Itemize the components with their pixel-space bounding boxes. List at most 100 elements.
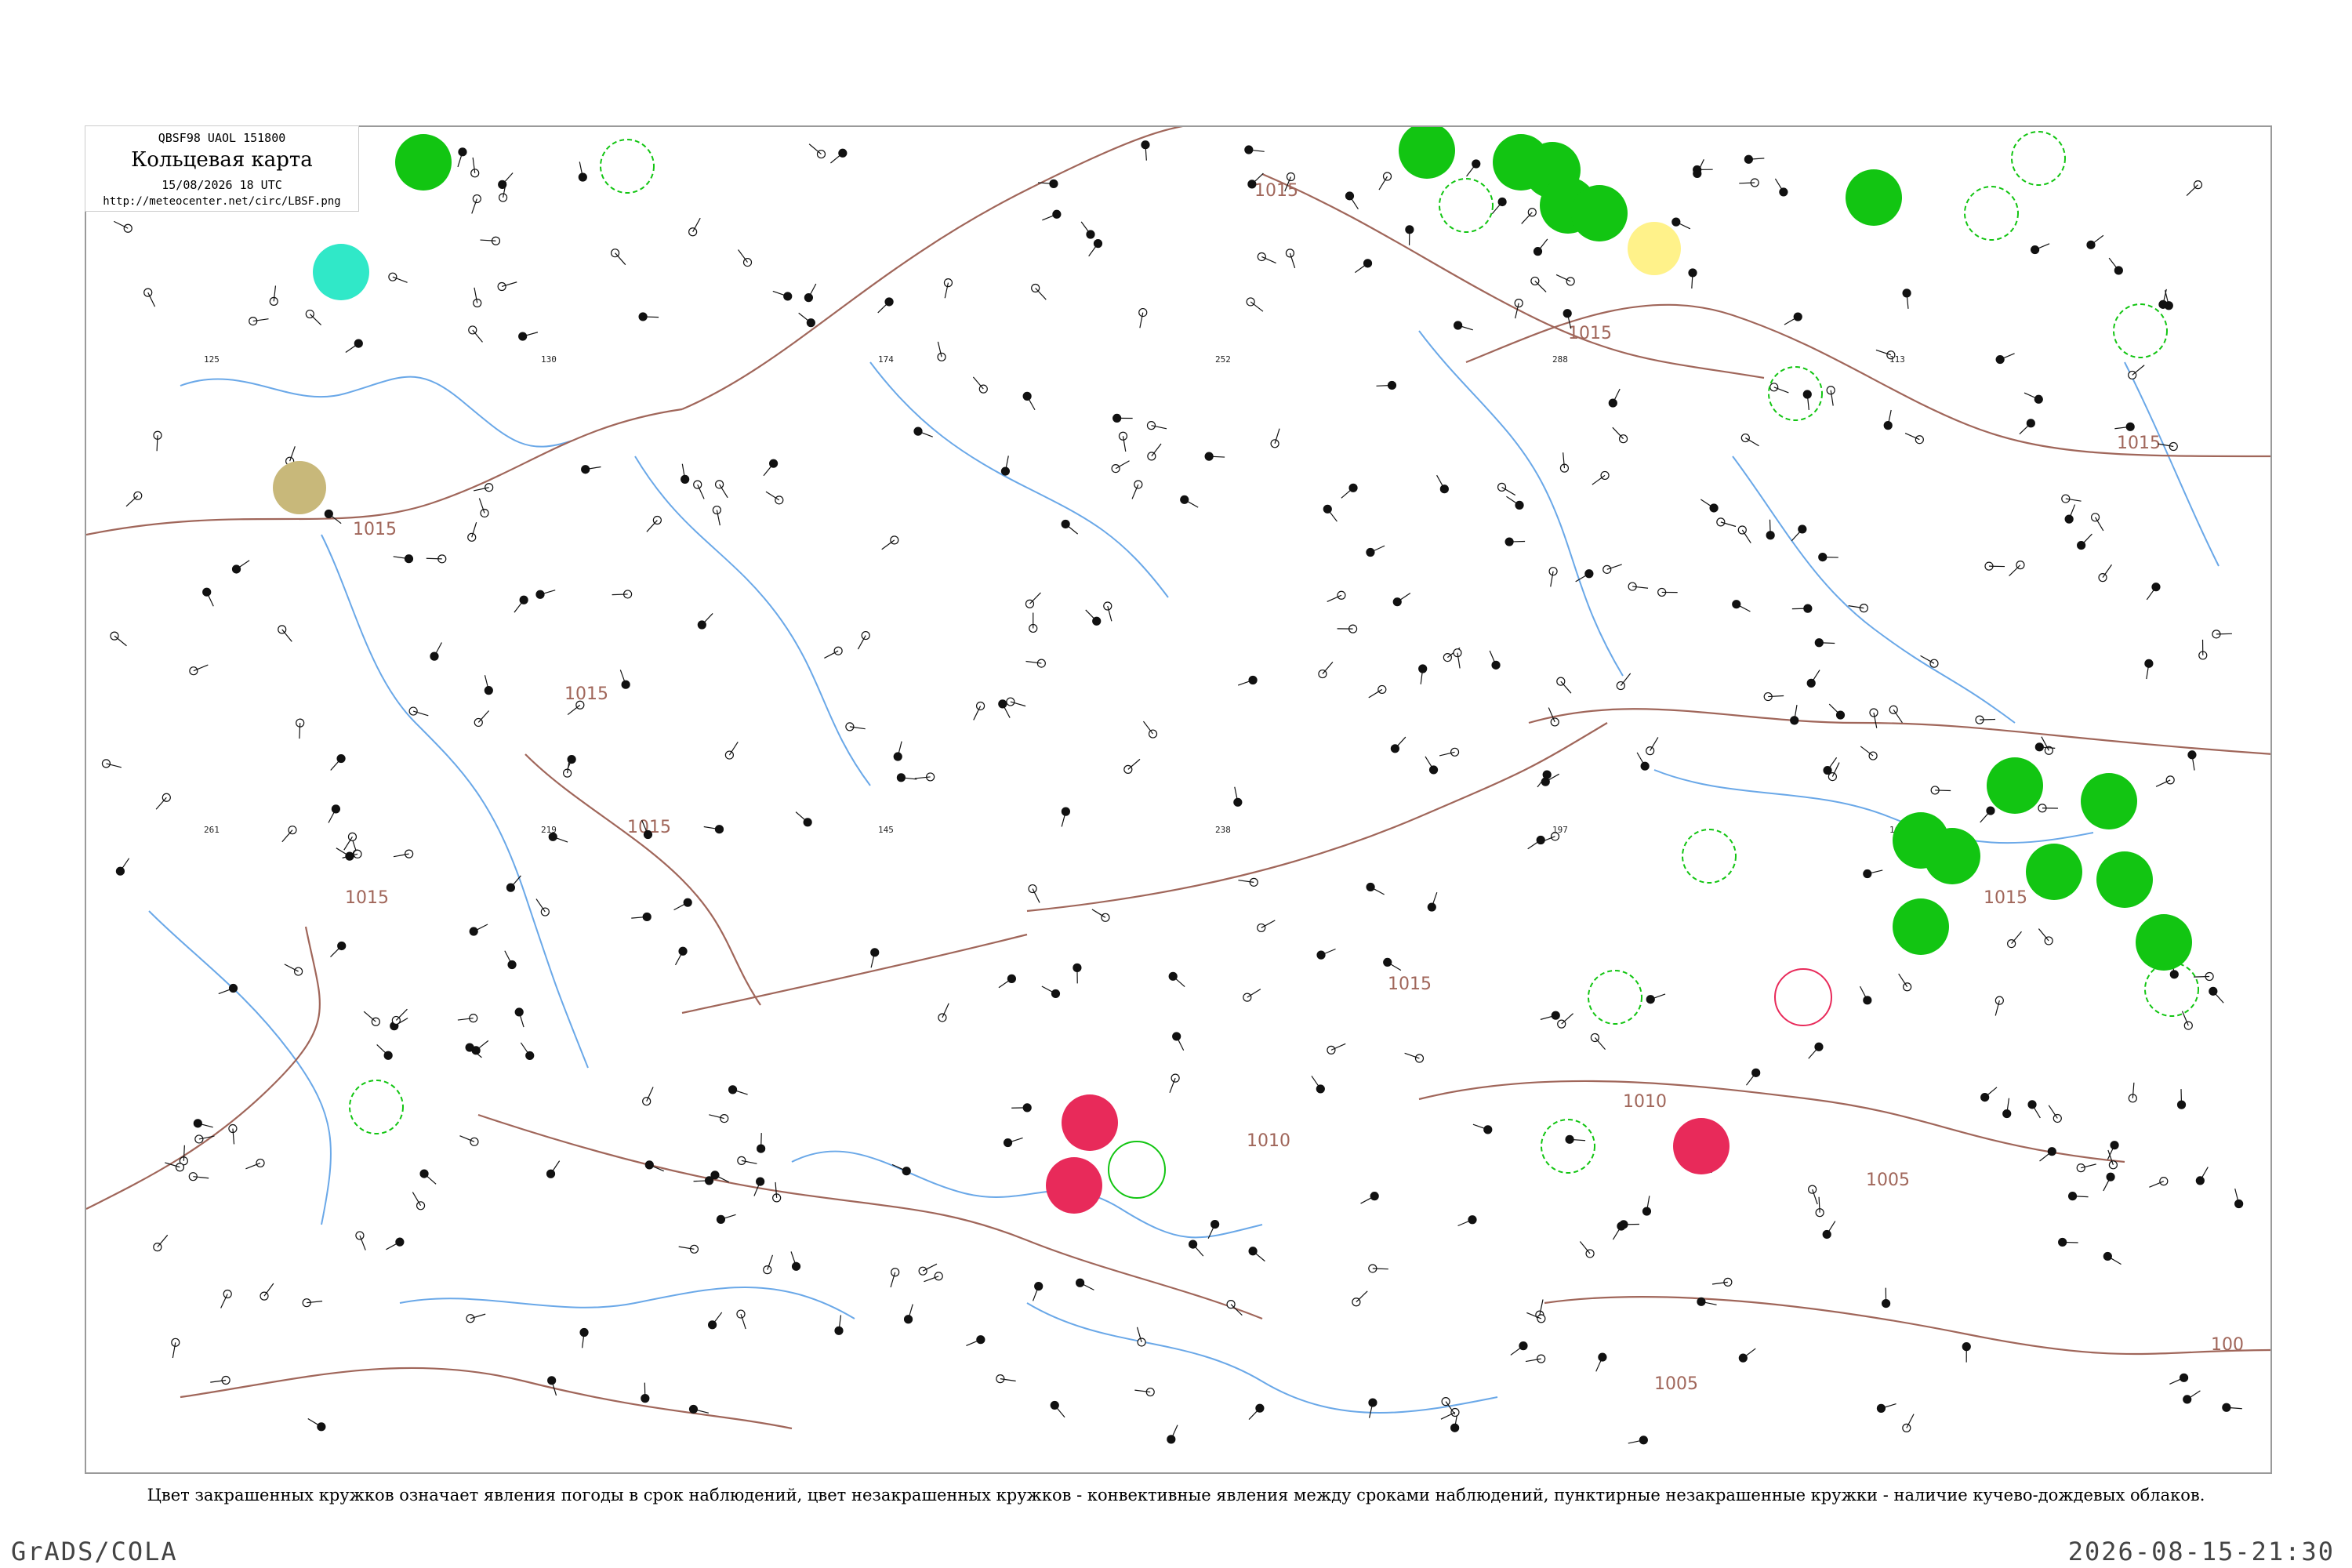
station-glyph xyxy=(2076,1163,2096,1173)
station-glyph xyxy=(712,505,721,526)
station-circle xyxy=(804,293,814,303)
wind-barb xyxy=(1636,752,1646,767)
wind-barb xyxy=(263,1283,274,1297)
station-glyph xyxy=(688,217,701,237)
wind-barb xyxy=(877,301,890,314)
station-glyph xyxy=(2107,1141,2119,1160)
wind-barb xyxy=(281,629,292,642)
station-glyph xyxy=(2019,419,2035,435)
station-glyph xyxy=(324,509,342,524)
wind-barb xyxy=(1774,178,1784,193)
station-markers: 125130174252288113261219145238197164 xyxy=(101,140,2244,1445)
station-glyph xyxy=(498,172,514,189)
convective-circle xyxy=(1774,968,1832,1026)
wind-barb xyxy=(1700,499,1715,509)
station-glyph xyxy=(1189,1240,1204,1257)
station-glyph xyxy=(302,1298,323,1308)
rain-circle xyxy=(2136,914,2192,971)
wind-barb xyxy=(1612,426,1624,440)
station-glyph xyxy=(471,1040,489,1055)
station-glyph xyxy=(430,642,442,661)
station-glyph xyxy=(1521,208,1537,224)
station-glyph xyxy=(795,811,812,827)
station-glyph xyxy=(1472,1123,1493,1134)
wind-barb xyxy=(2090,234,2104,245)
station-glyph xyxy=(674,946,688,966)
wind-barb xyxy=(1378,176,1388,191)
station-glyph xyxy=(697,613,713,630)
station-glyph xyxy=(1602,564,1622,574)
station-glyph xyxy=(1814,638,1835,648)
station-glyph xyxy=(1860,746,1878,760)
station-glyph xyxy=(305,309,322,325)
station-glyph xyxy=(1355,259,1373,274)
rain-circle xyxy=(2096,851,2153,908)
station-circle xyxy=(1671,217,1681,227)
cb-cloud-circle xyxy=(2011,131,2066,186)
wind-barb xyxy=(1127,758,1141,770)
station-glyph xyxy=(1646,737,1659,756)
station-glyph xyxy=(125,491,143,507)
station-glyph xyxy=(1003,1137,1023,1148)
wind-barb xyxy=(550,1160,561,1174)
station-glyph xyxy=(210,1375,230,1385)
wind-barb xyxy=(395,1008,408,1021)
wind-barb xyxy=(1510,1345,1524,1356)
wind-barb xyxy=(615,252,626,266)
station-glyph xyxy=(1006,697,1026,707)
station-glyph xyxy=(716,1214,736,1224)
station-glyph xyxy=(1688,268,1697,289)
station-glyph xyxy=(1980,1087,1998,1102)
station-glyph xyxy=(2155,775,2175,787)
station-glyph xyxy=(1491,197,1507,215)
wind-barb xyxy=(1980,810,1991,823)
station-glyph xyxy=(231,560,250,574)
station-glyph xyxy=(973,701,985,720)
station-glyph xyxy=(307,1417,326,1432)
station-glyph xyxy=(2212,630,2232,639)
station-glyph xyxy=(1497,482,1516,496)
station-glyph xyxy=(1091,909,1110,922)
isobar-label: 1015 xyxy=(1388,975,1432,994)
station-glyph xyxy=(114,220,132,233)
thunderstorm-circle xyxy=(1046,1157,1102,1214)
station-glyph xyxy=(518,332,539,341)
wind-barb xyxy=(475,1040,489,1051)
station-glyph xyxy=(1716,517,1737,528)
station-glyph xyxy=(1204,452,1225,461)
wind-barb xyxy=(423,1173,437,1185)
isobar-label: 1005 xyxy=(1866,1171,1910,1190)
station-glyph xyxy=(328,804,340,823)
station-circle xyxy=(1146,421,1156,430)
station-glyph xyxy=(1763,691,1784,702)
station-value: 197 xyxy=(1552,825,1568,835)
station-glyph xyxy=(2086,234,2104,249)
station-glyph xyxy=(1311,1076,1325,1094)
station-glyph xyxy=(188,1172,209,1181)
fog-circle xyxy=(1628,222,1681,275)
station-glyph xyxy=(1808,1042,1824,1059)
wind-barb xyxy=(2180,1089,2183,1105)
station-glyph xyxy=(619,670,630,689)
wind-barb xyxy=(830,152,844,164)
isobar-label: 1015 xyxy=(353,520,397,539)
wind-barb xyxy=(1935,789,1951,792)
station-glyph xyxy=(1061,807,1070,827)
station-glyph xyxy=(808,143,826,159)
station-glyph xyxy=(2103,1172,2115,1192)
station-glyph xyxy=(2058,1237,2078,1247)
station-glyph xyxy=(834,1315,844,1335)
station-glyph xyxy=(419,1169,437,1185)
wind-barb xyxy=(1080,221,1091,235)
wind-barb xyxy=(510,875,521,888)
station-value: 125 xyxy=(204,354,220,365)
station-glyph xyxy=(171,1338,180,1359)
station-glyph xyxy=(2038,804,2058,813)
station-glyph xyxy=(1802,390,1812,410)
station-glyph xyxy=(1646,993,1666,1004)
station-glyph xyxy=(1548,567,1558,587)
station-glyph xyxy=(1863,869,1883,879)
isobar-label: 1015 xyxy=(1568,324,1612,343)
wind-barb xyxy=(2062,1241,2078,1243)
station-glyph xyxy=(468,325,483,343)
